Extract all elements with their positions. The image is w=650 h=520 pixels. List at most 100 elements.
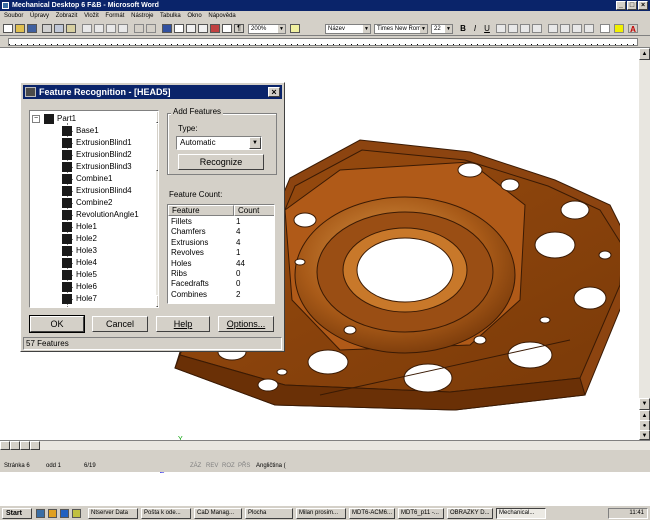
- explorer-quicklaunch-icon[interactable]: [48, 509, 57, 518]
- tree-item[interactable]: Hole3: [30, 245, 154, 257]
- maximize-button[interactable]: □: [627, 1, 637, 10]
- tree-item[interactable]: ExtrusionBlind4: [30, 185, 154, 197]
- print-icon[interactable]: [42, 24, 52, 33]
- hyperlink-icon[interactable]: [162, 24, 172, 33]
- tree-item[interactable]: ExtrusionBlind1: [30, 137, 154, 149]
- columns-icon[interactable]: [198, 24, 208, 33]
- recognize-button[interactable]: Recognize: [178, 154, 264, 170]
- copy-icon[interactable]: [94, 24, 104, 33]
- horizontal-scrollbar[interactable]: [0, 440, 650, 450]
- bullets-icon[interactable]: [560, 24, 570, 33]
- save-icon[interactable]: [27, 24, 37, 33]
- align-center-icon[interactable]: [508, 24, 518, 33]
- col-count-header[interactable]: Count: [234, 205, 274, 216]
- tree-item[interactable]: Hole1: [30, 221, 154, 233]
- new-doc-icon[interactable]: [3, 24, 13, 33]
- size-combo[interactable]: 22 ▼: [431, 24, 453, 34]
- cut-icon[interactable]: [82, 24, 92, 33]
- open-icon[interactable]: [15, 24, 25, 33]
- feature-tree[interactable]: − Part1 Base1 ExtrusionBlind1 ExtrusionBli…: [29, 110, 159, 308]
- tree-item[interactable]: Hole4: [30, 257, 154, 269]
- scroll-up-icon[interactable]: ▲: [639, 48, 650, 60]
- scroll-up-icon[interactable]: ▲: [156, 111, 158, 123]
- close-button[interactable]: ×: [638, 1, 648, 10]
- options-button[interactable]: Options...: [218, 316, 274, 332]
- scroll-down-icon[interactable]: ▼: [639, 398, 650, 410]
- status-flag-rev[interactable]: REV: [206, 461, 218, 472]
- menu-napoveda[interactable]: Nápověda: [208, 13, 235, 19]
- task-plocha[interactable]: Plocha: [245, 508, 293, 519]
- tree-scrollbar[interactable]: ▲ ▼: [156, 111, 158, 307]
- horizontal-ruler[interactable]: [0, 36, 650, 48]
- help-button[interactable]: Help: [156, 316, 210, 332]
- menu-soubor[interactable]: Soubor: [4, 13, 23, 19]
- undo-icon[interactable]: [134, 24, 144, 33]
- menu-upravy[interactable]: Úpravy: [30, 13, 49, 19]
- scroll-thumb[interactable]: [156, 123, 158, 171]
- style-combo[interactable]: Název ▼: [325, 24, 371, 34]
- dialog-titlebar[interactable]: Feature Recognition - [HEAD5] ×: [23, 85, 282, 99]
- col-feature-header[interactable]: Feature: [168, 205, 234, 216]
- paste-icon[interactable]: [106, 24, 116, 33]
- status-flag-ovr[interactable]: PŘS: [238, 461, 250, 472]
- ok-button[interactable]: OK: [29, 315, 85, 333]
- ie-quicklaunch-icon[interactable]: [60, 509, 69, 518]
- desktop-quicklaunch-icon[interactable]: [36, 509, 45, 518]
- task-obrazky[interactable]: OBRAZKY D...: [447, 508, 493, 519]
- highlight-icon[interactable]: [614, 24, 624, 33]
- drawing-icon[interactable]: [210, 24, 220, 33]
- normal-view-icon[interactable]: [0, 441, 10, 450]
- task-mdt6-acm6[interactable]: MDT6-ACM6...: [349, 508, 395, 519]
- tree-item[interactable]: RevolutionAngle1: [30, 209, 154, 221]
- menu-okno[interactable]: Okno: [187, 13, 201, 19]
- outlook-quicklaunch-icon[interactable]: [72, 509, 81, 518]
- tree-root[interactable]: − Part1: [32, 113, 152, 125]
- minimize-button[interactable]: _: [616, 1, 626, 10]
- align-right-icon[interactable]: [520, 24, 530, 33]
- collapse-icon[interactable]: −: [32, 115, 40, 123]
- border-icon[interactable]: [600, 24, 610, 33]
- tree-item[interactable]: Hole7: [30, 293, 154, 305]
- task-ntserver[interactable]: Ntserver Data: [88, 508, 138, 519]
- justify-icon[interactable]: [532, 24, 542, 33]
- tree-item[interactable]: Hole5: [30, 269, 154, 281]
- next-page-icon[interactable]: ▼: [639, 430, 650, 440]
- menu-vlozit[interactable]: Vložit: [84, 13, 99, 19]
- status-flag-ext[interactable]: ROZ: [222, 461, 235, 472]
- task-cad-manager[interactable]: CaD Manag...: [194, 508, 242, 519]
- task-milan[interactable]: Milan prosim...: [296, 508, 346, 519]
- docmap-icon[interactable]: [222, 24, 232, 33]
- web-view-icon[interactable]: [10, 441, 20, 450]
- indent-icon[interactable]: [584, 24, 594, 33]
- menu-nastroje[interactable]: Nástroje: [131, 13, 153, 19]
- start-button[interactable]: Start: [2, 508, 32, 519]
- type-select[interactable]: Automatic ▼: [176, 136, 262, 150]
- tree-item[interactable]: Hole6: [30, 281, 154, 293]
- spell-icon[interactable]: [66, 24, 76, 33]
- task-mechanical[interactable]: Mechanical...: [496, 508, 546, 519]
- redo-icon[interactable]: [146, 24, 156, 33]
- preview-icon[interactable]: [54, 24, 64, 33]
- print-view-icon[interactable]: [20, 441, 30, 450]
- task-posta[interactable]: Pošta k ode...: [141, 508, 191, 519]
- underline-icon[interactable]: U: [482, 24, 492, 33]
- tree-item[interactable]: ExtrusionBlind3: [30, 161, 154, 173]
- vertical-scrollbar[interactable]: ▲ ▼ ▲ ● ▼: [639, 48, 650, 440]
- menu-format[interactable]: Formát: [105, 13, 124, 19]
- font-color-icon[interactable]: A: [628, 24, 638, 34]
- zoom-combo[interactable]: 200% ▼: [248, 24, 286, 34]
- italic-icon[interactable]: I: [470, 24, 480, 33]
- tree-item[interactable]: Combine1: [30, 173, 154, 185]
- outdent-icon[interactable]: [572, 24, 582, 33]
- chevron-down-icon[interactable]: ▼: [249, 137, 261, 149]
- tree-item[interactable]: Combine2: [30, 197, 154, 209]
- outline-view-icon[interactable]: [30, 441, 40, 450]
- numbering-icon[interactable]: [548, 24, 558, 33]
- font-combo[interactable]: Times New Roman ▼: [374, 24, 428, 34]
- format-painter-icon[interactable]: [118, 24, 128, 33]
- tree-item[interactable]: Base1: [30, 125, 154, 137]
- menu-tabulka[interactable]: Tabulka: [160, 13, 181, 19]
- scroll-down-icon[interactable]: ▼: [156, 295, 158, 307]
- menu-zobrazit[interactable]: Zobrazit: [56, 13, 78, 19]
- task-mdt6-p11[interactable]: MDT6_p11 -...: [398, 508, 444, 519]
